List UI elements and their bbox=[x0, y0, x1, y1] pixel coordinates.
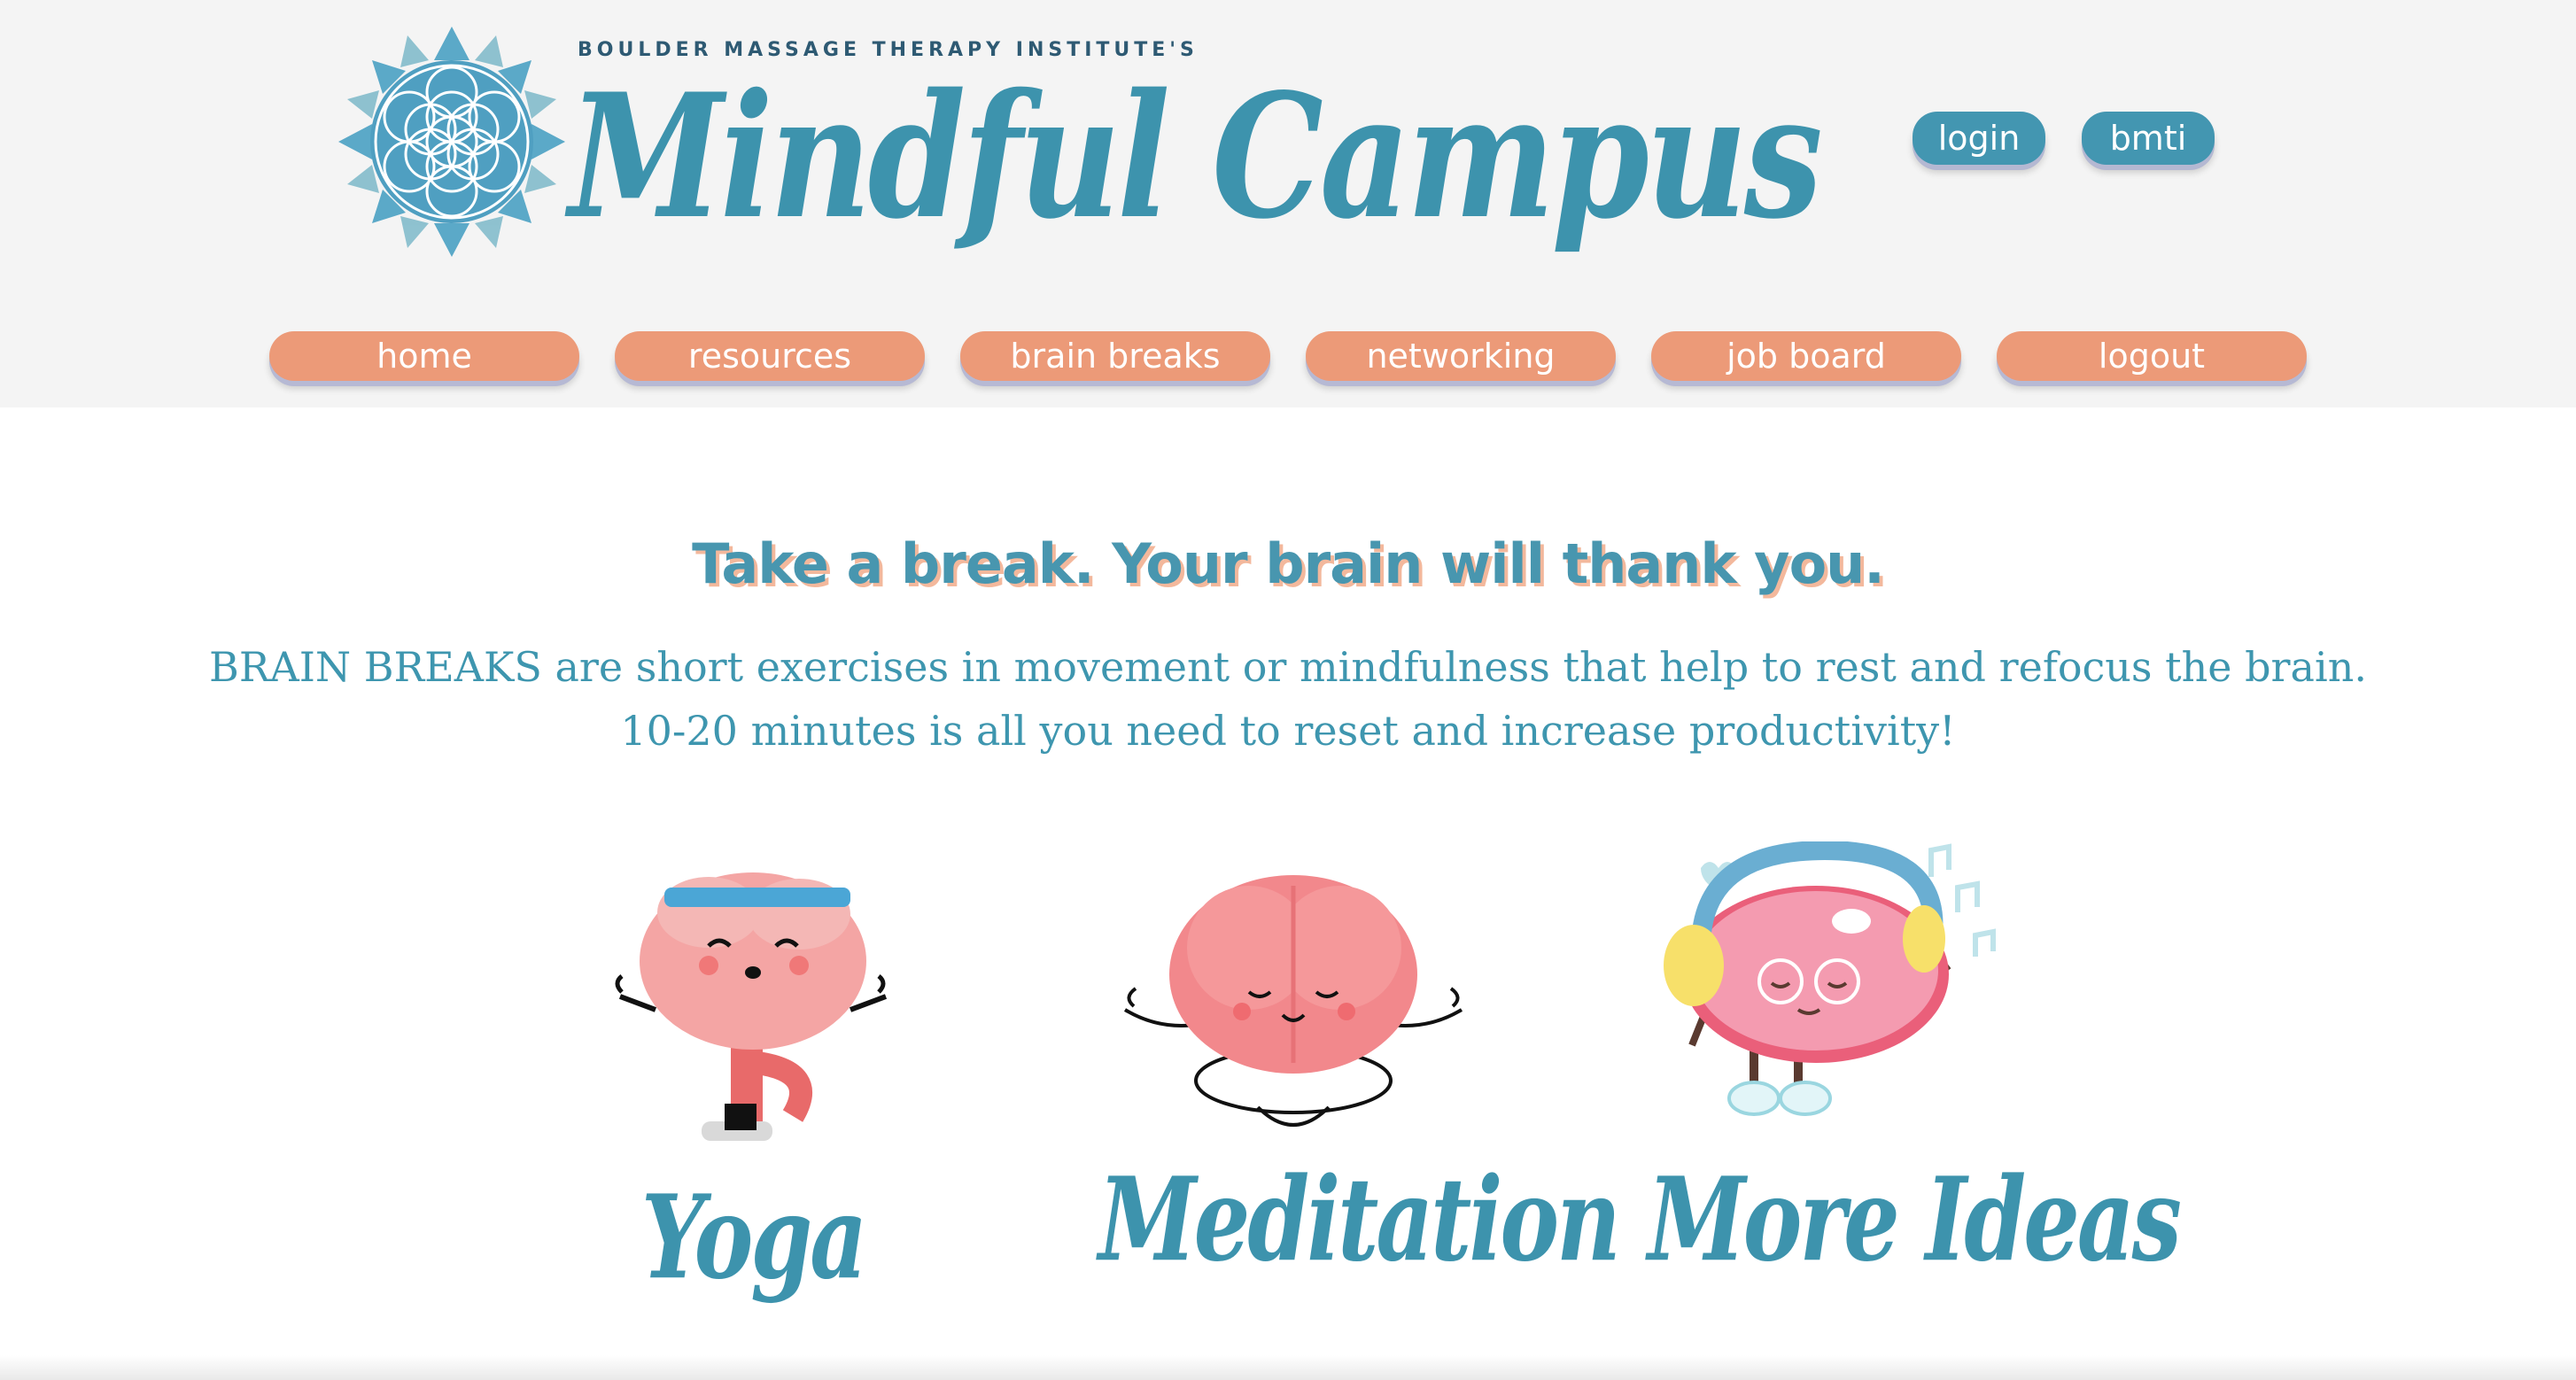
login-button[interactable]: login bbox=[1913, 112, 2045, 165]
meditation-brain-icon bbox=[1123, 875, 1463, 1127]
music-brain-icon bbox=[1664, 841, 1996, 1116]
intro-line-2: 10-20 minutes is all you need to reset a… bbox=[620, 707, 1956, 755]
yoga-label[interactable]: Yoga bbox=[567, 1169, 939, 1305]
nav-home[interactable]: home bbox=[269, 331, 579, 381]
bmti-button[interactable]: bmti bbox=[2082, 112, 2215, 165]
site-logo[interactable]: BOULDER MASSAGE THERAPY INSTITUTE'S Mind… bbox=[337, 25, 1823, 282]
intro-line-1: BRAIN BREAKS are short exercises in move… bbox=[209, 643, 2367, 691]
nav-logout[interactable]: logout bbox=[1997, 331, 2307, 381]
nav-resources[interactable]: resources bbox=[615, 331, 925, 381]
more-ideas-label[interactable]: More Ideas bbox=[1648, 1151, 2182, 1287]
meditation-label[interactable]: Meditation bbox=[1098, 1151, 1621, 1287]
page-bottom-edge bbox=[0, 1355, 2576, 1380]
nav-job-board[interactable]: job board bbox=[1651, 331, 1961, 381]
yoga-card[interactable]: Yoga bbox=[567, 841, 939, 1337]
page-headline: Take a break. Your brain will thank you. bbox=[692, 531, 1885, 596]
nav-brain-breaks[interactable]: brain breaks bbox=[960, 331, 1270, 381]
more-ideas-card[interactable]: More Ideas bbox=[1648, 841, 2182, 1337]
meditation-card[interactable]: Meditation bbox=[1098, 841, 1621, 1337]
nav-networking[interactable]: networking bbox=[1306, 331, 1616, 381]
flower-of-life-logo-icon bbox=[338, 27, 565, 257]
site-header: BOULDER MASSAGE THERAPY INSTITUTE'S Mind… bbox=[0, 0, 2576, 407]
yoga-brain-icon bbox=[615, 872, 888, 1141]
logo-title: Mindful Campus bbox=[569, 57, 1823, 258]
